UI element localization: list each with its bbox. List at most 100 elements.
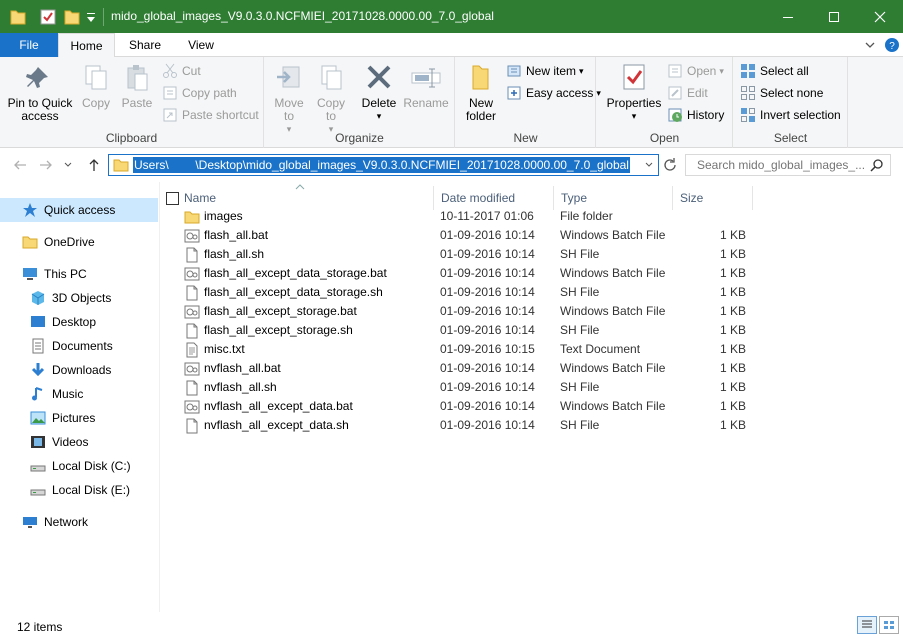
copy-path-button[interactable]: Copy path [162, 83, 237, 103]
tab-view[interactable]: View [175, 33, 227, 57]
edit-button[interactable]: Edit [667, 83, 708, 103]
chevron-down-icon[interactable] [644, 159, 654, 173]
quick-access-dropdown-icon[interactable] [86, 10, 96, 28]
close-button[interactable] [857, 0, 903, 33]
nav-item-videos[interactable]: Videos [0, 430, 158, 454]
tab-share[interactable]: Share [115, 33, 175, 57]
file-size: 1 KB [719, 228, 746, 242]
help-icon[interactable]: ? [884, 37, 900, 56]
chevron-down-icon[interactable] [864, 39, 876, 54]
file-name-cell: misc.txt [184, 340, 245, 359]
forward-button[interactable] [36, 156, 56, 174]
file-date: 01-09-2016 10:14 [440, 247, 535, 261]
rename-icon [410, 63, 442, 93]
nav-item-label: OneDrive [44, 235, 95, 249]
nav-item-pictures[interactable]: Pictures [0, 406, 158, 430]
nav-item-documents[interactable]: Documents [0, 334, 158, 358]
nav-item-music[interactable]: Music [0, 382, 158, 406]
new-folder-button[interactable]: New folder [462, 63, 500, 123]
details-view-button[interactable] [857, 616, 877, 634]
file-row[interactable]: flash_all_except_storage.sh 01-09-2016 10… [184, 321, 774, 340]
back-button[interactable] [10, 156, 30, 174]
folder-icon [10, 8, 26, 26]
maximize-button[interactable] [811, 0, 857, 33]
paste-button[interactable]: Paste [118, 63, 156, 110]
new-folder-quick-icon[interactable] [64, 8, 80, 26]
nav-item-3d-objects[interactable]: 3D Objects [0, 286, 158, 310]
up-button[interactable] [84, 156, 104, 174]
new-item-button[interactable]: New item ▾ [506, 61, 584, 81]
paste-icon [121, 63, 153, 93]
file-row[interactable]: nvflash_all.sh 01-09-2016 10:14 SH File 1 K… [184, 378, 774, 397]
nav-item-onedrive[interactable]: OneDrive [0, 230, 158, 254]
rename-button[interactable]: Rename [403, 63, 449, 110]
file-row[interactable]: nvflash_all_except_data.sh 01-09-2016 10:… [184, 416, 774, 435]
search-icon[interactable] [870, 158, 884, 175]
delete-button[interactable]: Delete ▾ [359, 63, 399, 123]
file-name: flash_all.sh [204, 247, 265, 261]
file-type: Windows Batch File [560, 399, 666, 413]
properties-quick-icon[interactable] [40, 8, 56, 26]
nav-item-quick-access[interactable]: Quick access [0, 198, 158, 222]
select-all-checkbox[interactable] [166, 192, 179, 205]
batch-file-icon [184, 228, 200, 244]
easy-access-icon [506, 85, 522, 101]
file-row[interactable]: misc.txt 01-09-2016 10:15 Text Document 1 K… [184, 340, 774, 359]
nav-item-local-disk-c[interactable]: Local Disk (C:) [0, 454, 158, 478]
paste-shortcut-button[interactable]: Paste shortcut [162, 105, 259, 125]
address-path[interactable]: Users\ \Desktop\mido_global_images_V9.0.… [133, 157, 630, 173]
copy-icon [80, 63, 112, 93]
file-name: nvflash_all.sh [204, 380, 277, 394]
tab-file[interactable]: File [0, 33, 58, 57]
move-to-button[interactable]: Move to ▾ [271, 63, 307, 136]
nav-item-network[interactable]: Network [0, 510, 158, 534]
properties-label: Properties [606, 96, 662, 110]
recent-locations-button[interactable] [58, 156, 78, 174]
open-icon [667, 63, 683, 79]
history-button[interactable]: History [667, 105, 724, 125]
move-to-label: Move to [274, 96, 304, 123]
large-icons-view-button[interactable] [879, 616, 899, 634]
file-row[interactable]: images 10-11-2017 01:06 File folder [184, 207, 774, 226]
folder-icon [113, 157, 129, 176]
select-all-button[interactable]: Select all [740, 61, 809, 81]
nav-item-label: Local Disk (E:) [52, 483, 131, 497]
folder-icon [22, 234, 38, 250]
nav-item-downloads[interactable]: Downloads [0, 358, 158, 382]
open-button[interactable]: Open ▾ [667, 61, 724, 81]
tab-home[interactable]: Home [58, 33, 115, 58]
file-row[interactable]: nvflash_all_except_data.bat 01-09-2016 10… [184, 397, 774, 416]
properties-button[interactable]: Properties ▾ [603, 63, 665, 123]
nav-item-this-pc[interactable]: This PC [0, 262, 158, 286]
copy-button[interactable]: Copy [78, 63, 114, 110]
edit-icon [667, 85, 683, 101]
search-input[interactable] [697, 158, 865, 172]
address-bar[interactable]: Users\ \Desktop\mido_global_images_V9.0.… [108, 154, 659, 176]
file-type: SH File [560, 380, 600, 394]
nav-item-label: This PC [44, 267, 87, 281]
cut-button[interactable]: Cut [162, 61, 201, 81]
invert-selection-button[interactable]: Invert selection [740, 105, 841, 125]
file-row[interactable]: nvflash_all.bat 01-09-2016 10:14 Windows B… [184, 359, 774, 378]
select-none-button[interactable]: Select none [740, 83, 823, 103]
nav-item-local-disk-e[interactable]: Local Disk (E:) [0, 478, 158, 502]
easy-access-button[interactable]: Easy access ▾ [506, 83, 601, 103]
nav-item-label: Network [44, 515, 89, 529]
batch-file-icon [184, 361, 200, 377]
nav-item-label: Videos [52, 435, 89, 449]
file-row[interactable]: flash_all_except_data_storage.sh 01-09-20… [184, 283, 774, 302]
copy-to-button[interactable]: Copy to ▾ [313, 63, 349, 136]
file-row[interactable]: flash_all_except_data_storage.bat 01-09-2… [184, 264, 774, 283]
file-name-cell: nvflash_all_except_data.bat [184, 397, 353, 416]
file-row[interactable]: flash_all.sh 01-09-2016 10:14 SH File 1 KB [184, 245, 774, 264]
pin-to-quick-access-button[interactable]: Pin to Quick access [4, 63, 76, 123]
star-icon [22, 202, 38, 218]
minimize-button[interactable] [765, 0, 811, 33]
window-title: mido_global_images_V9.0.3.0.NCFMIEI_2017… [111, 9, 494, 23]
refresh-icon[interactable] [662, 157, 678, 176]
search-box[interactable] [685, 154, 891, 176]
open-label: Open [687, 64, 717, 78]
file-row[interactable]: flash_all.bat 01-09-2016 10:14 Windows Bat… [184, 226, 774, 245]
nav-item-desktop[interactable]: Desktop [0, 310, 158, 334]
file-row[interactable]: flash_all_except_storage.bat 01-09-2016 1… [184, 302, 774, 321]
